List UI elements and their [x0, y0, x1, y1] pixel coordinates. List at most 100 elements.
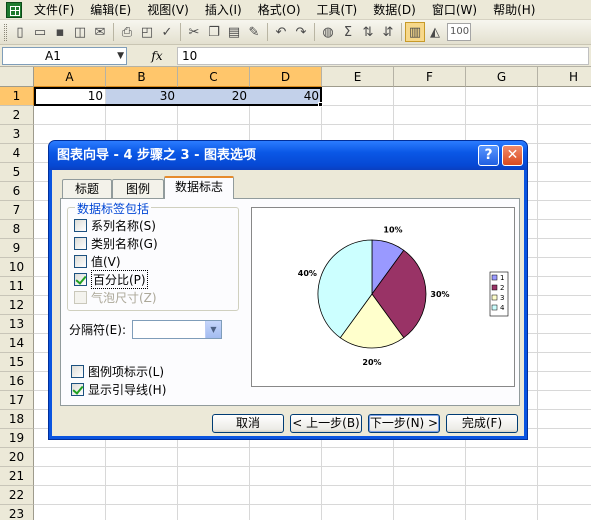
percentage-checkbox[interactable]: [74, 272, 87, 286]
row-header[interactable]: 9: [0, 239, 34, 258]
copy-icon[interactable]: ❐: [204, 22, 224, 42]
autosum-icon[interactable]: Σ: [338, 22, 358, 42]
row-header[interactable]: 7: [0, 201, 34, 220]
row-header[interactable]: 2: [0, 106, 34, 125]
row-header[interactable]: 15: [0, 353, 34, 372]
redo-icon[interactable]: ↷: [291, 22, 311, 42]
tab-legend[interactable]: 图例: [112, 179, 164, 198]
option-percentage[interactable]: 百分比(P): [74, 269, 148, 289]
row-header[interactable]: 5: [0, 163, 34, 182]
column-header-a[interactable]: A: [34, 67, 106, 87]
email-icon[interactable]: ✉: [90, 22, 110, 42]
row-header[interactable]: 13: [0, 315, 34, 334]
column-header-b[interactable]: B: [106, 67, 178, 87]
formula-input[interactable]: 10: [177, 46, 589, 65]
option-series-name[interactable]: 系列名称(S): [74, 217, 156, 233]
sort-ascending-icon[interactable]: ⇅: [358, 22, 378, 42]
cut-icon[interactable]: ✂: [184, 22, 204, 42]
insert-function-icon[interactable]: fx: [137, 49, 177, 63]
menu-insert[interactable]: 插入(I): [197, 0, 250, 19]
new-icon[interactable]: ▯: [10, 22, 30, 42]
print-preview-icon[interactable]: ◰: [137, 22, 157, 42]
menu-format[interactable]: 格式(O): [250, 0, 309, 19]
option-leader-lines[interactable]: 显示引导线(H): [71, 381, 166, 397]
help-icon[interactable]: ?: [478, 145, 499, 166]
chart-wizard-icon[interactable]: ▥: [405, 22, 425, 42]
menu-data[interactable]: 数据(D): [365, 0, 424, 19]
open-icon[interactable]: ▭: [30, 22, 50, 42]
permission-icon[interactable]: ◫: [70, 22, 90, 42]
row-header[interactable]: 19: [0, 429, 34, 448]
menu-file[interactable]: 文件(F): [26, 0, 82, 19]
column-header-d[interactable]: D: [250, 67, 322, 87]
legend-key-checkbox[interactable]: [71, 364, 84, 378]
toolbar-separator: [180, 23, 181, 41]
row-header[interactable]: 17: [0, 391, 34, 410]
option-category-name[interactable]: 类别名称(G): [74, 235, 158, 251]
fill-handle[interactable]: [318, 102, 323, 107]
sort-descending-icon[interactable]: ⇵: [378, 22, 398, 42]
value-checkbox[interactable]: [74, 254, 87, 268]
category-name-checkbox[interactable]: [74, 236, 87, 250]
menu-view[interactable]: 视图(V): [139, 0, 197, 19]
row-header[interactable]: 23: [0, 505, 34, 520]
next-button[interactable]: 下一步(N) >: [368, 414, 440, 433]
row-header[interactable]: 6: [0, 182, 34, 201]
column-header-e[interactable]: E: [322, 67, 394, 87]
row-header[interactable]: 11: [0, 277, 34, 296]
hyperlink-icon[interactable]: ◍: [318, 22, 338, 42]
row-header[interactable]: 16: [0, 372, 34, 391]
tab-titles[interactable]: 标题: [62, 179, 112, 198]
finish-button[interactable]: 完成(F): [446, 414, 518, 433]
grid-row-line: [34, 447, 591, 448]
chevron-down-icon[interactable]: ▼: [117, 48, 124, 64]
zoom-box[interactable]: 100: [447, 23, 471, 41]
cell-d1[interactable]: 40: [250, 87, 322, 106]
row-header[interactable]: 21: [0, 467, 34, 486]
option-legend-key[interactable]: 图例项标示(L): [71, 363, 164, 379]
cell-a1[interactable]: 10: [34, 87, 106, 106]
spelling-icon[interactable]: ✓: [157, 22, 177, 42]
row-header[interactable]: 4: [0, 144, 34, 163]
format-painter-icon[interactable]: ✎: [244, 22, 264, 42]
cell-c1[interactable]: 20: [178, 87, 250, 106]
row-header[interactable]: 18: [0, 410, 34, 429]
series-name-checkbox[interactable]: [74, 218, 87, 232]
menu-window[interactable]: 窗口(W): [424, 0, 485, 19]
legend-swatch-1: [491, 274, 498, 281]
row-header[interactable]: 1: [0, 87, 34, 106]
row-header[interactable]: 12: [0, 296, 34, 315]
column-header-f[interactable]: F: [394, 67, 466, 87]
cell-b1[interactable]: 30: [106, 87, 178, 106]
column-header-c[interactable]: C: [178, 67, 250, 87]
row-header[interactable]: 10: [0, 258, 34, 277]
row-header[interactable]: 3: [0, 125, 34, 144]
menu-tools[interactable]: 工具(T): [309, 0, 366, 19]
row-header[interactable]: 20: [0, 448, 34, 467]
undo-icon[interactable]: ↶: [271, 22, 291, 42]
row-header[interactable]: 8: [0, 220, 34, 239]
select-all-corner[interactable]: [0, 67, 34, 87]
option-value[interactable]: 值(V): [74, 253, 121, 269]
row-header[interactable]: 14: [0, 334, 34, 353]
tab-data-labels[interactable]: 数据标志: [164, 176, 234, 199]
chevron-down-icon[interactable]: ▼: [205, 321, 221, 338]
separator-select[interactable]: ▼: [132, 320, 222, 339]
paste-icon[interactable]: ▤: [224, 22, 244, 42]
row-header[interactable]: 22: [0, 486, 34, 505]
save-icon[interactable]: ▪: [50, 22, 70, 42]
column-header-h[interactable]: H: [538, 67, 591, 87]
menu-edit[interactable]: 编辑(E): [82, 0, 139, 19]
column-header-g[interactable]: G: [466, 67, 538, 87]
cancel-button[interactable]: 取消: [212, 414, 284, 433]
menu-help[interactable]: 帮助(H): [485, 0, 543, 19]
back-button[interactable]: < 上一步(B): [290, 414, 362, 433]
leader-lines-checkbox[interactable]: [71, 382, 84, 396]
drawing-icon[interactable]: ◭: [425, 22, 445, 42]
print-icon[interactable]: ⎙: [117, 22, 137, 42]
name-box[interactable]: A1 ▼: [2, 46, 127, 65]
pie-chart: 10% 30% 20% 40% 1 2 3 4: [298, 225, 509, 367]
excel-app-icon[interactable]: [6, 1, 22, 18]
toolbar-grip[interactable]: [4, 23, 7, 41]
close-icon[interactable]: ✕: [502, 145, 523, 166]
